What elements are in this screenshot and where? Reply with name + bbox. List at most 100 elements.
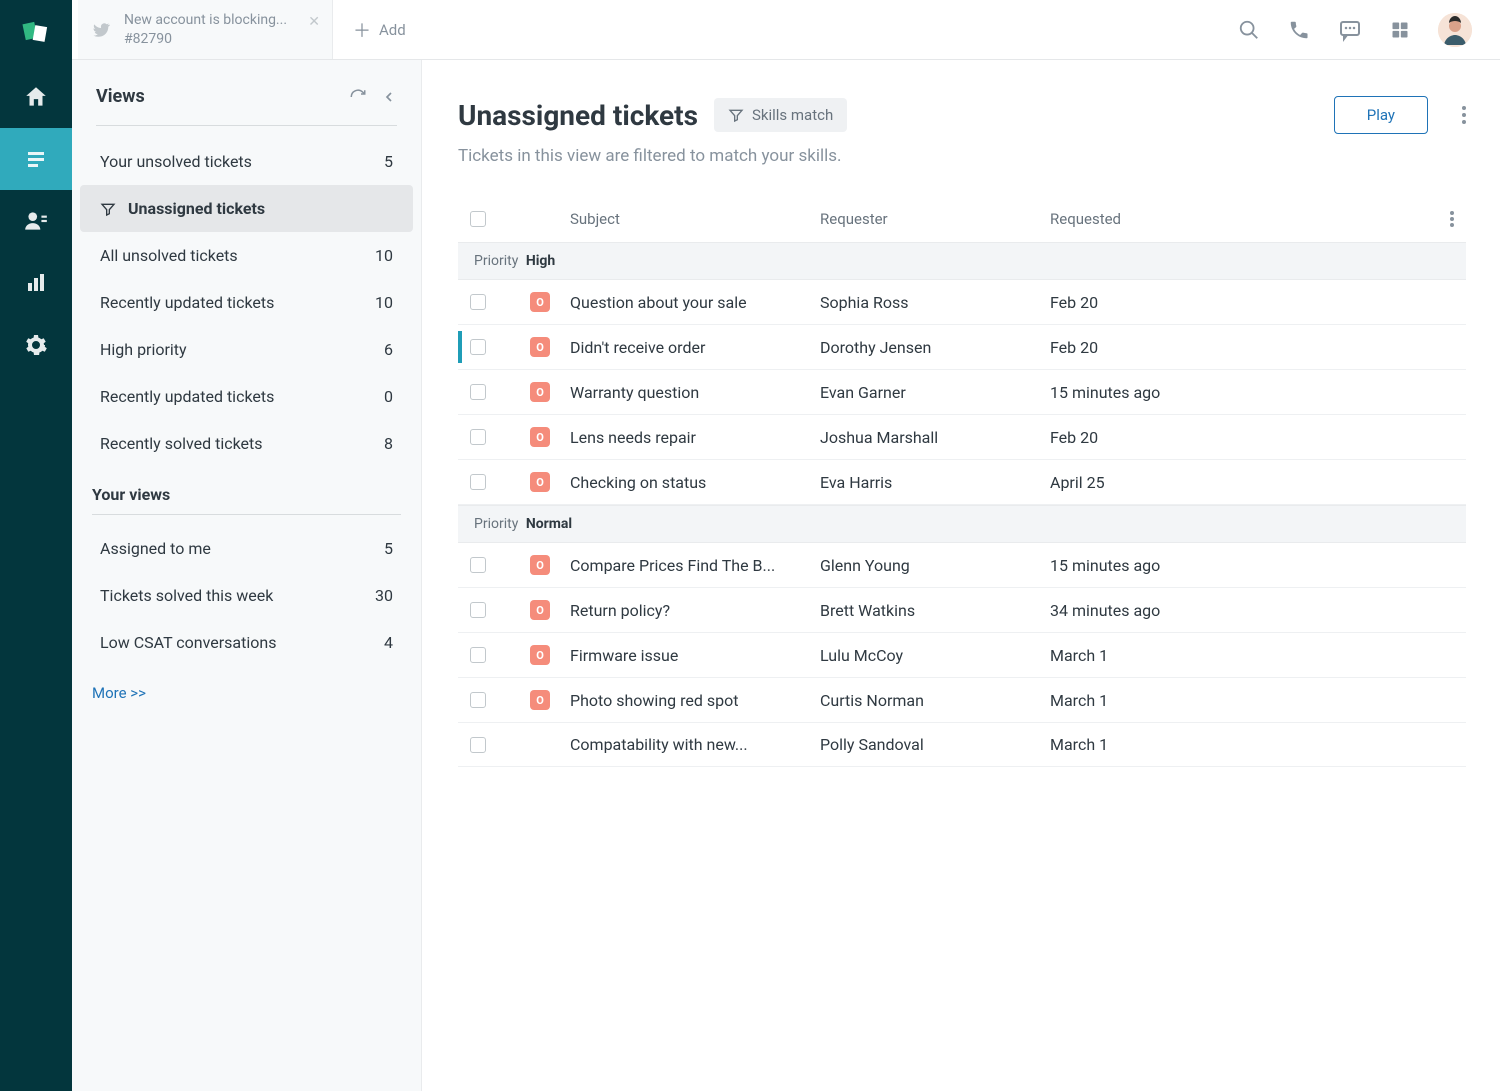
group-value: High [526,253,555,269]
play-button[interactable]: Play [1334,96,1428,134]
view-name: Recently updated tickets [100,387,384,406]
cell-subject: Lens needs repair [570,428,820,447]
add-tab-button[interactable]: ＋ Add [333,0,426,59]
nav-views[interactable] [0,128,72,190]
view-item[interactable]: Tickets solved this week30 [80,572,413,619]
cell-requested: 15 minutes ago [1050,556,1454,575]
collapse-icon[interactable] [381,89,397,105]
view-item[interactable]: All unsolved tickets10 [80,232,413,279]
cell-subject: Compatability with new... [570,735,820,754]
col-subject[interactable]: Subject [570,210,820,228]
row-checkbox[interactable] [470,602,486,618]
view-name: Assigned to me [100,539,384,558]
plus-icon: ＋ [353,17,371,43]
refresh-icon[interactable] [349,88,367,106]
status-badge: O [530,337,550,357]
open-tab-ticket[interactable]: New account is blocking... #82790 ✕ [78,0,333,59]
table-row[interactable]: OCompare Prices Find The B...Glenn Young… [458,543,1466,588]
view-item[interactable]: Assigned to me5 [80,525,413,572]
row-checkbox[interactable] [470,647,486,663]
chat-icon[interactable] [1338,18,1362,42]
row-checkbox[interactable] [470,384,486,400]
page-title: Unassigned tickets [458,99,698,132]
table-row[interactable]: OPhoto showing red spotCurtis NormanMarc… [458,678,1466,723]
views-header-title: Views [96,86,335,107]
table-row[interactable]: OChecking on statusEva HarrisApril 25 [458,460,1466,505]
select-all-checkbox[interactable] [470,211,486,227]
search-icon[interactable] [1238,19,1260,41]
col-requested[interactable]: Requested [1050,210,1424,228]
close-tab-icon[interactable]: ✕ [308,14,320,30]
nav-home[interactable] [0,66,72,128]
cell-requested: Feb 20 [1050,428,1454,447]
filter-icon [100,201,116,217]
status-badge: O [530,292,550,312]
cell-subject: Question about your sale [570,293,820,312]
row-checkbox[interactable] [470,557,486,573]
view-item[interactable]: Recently updated tickets10 [80,279,413,326]
cell-requester: Brett Watkins [820,601,1050,620]
cell-requester: Lulu McCoy [820,646,1050,665]
cell-requested: 34 minutes ago [1050,601,1454,620]
view-count: 10 [375,293,393,312]
cell-requester: Joshua Marshall [820,428,1050,447]
view-count: 30 [375,586,393,605]
cell-requested: 15 minutes ago [1050,383,1454,402]
row-checkbox[interactable] [470,339,486,355]
cell-requested: March 1 [1050,735,1454,754]
view-count: 8 [384,434,393,453]
nav-admin[interactable] [0,314,72,376]
nav-customers[interactable] [0,190,72,252]
view-item[interactable]: Recently updated tickets0 [80,373,413,420]
nav-reporting[interactable] [0,252,72,314]
status-badge: O [530,555,550,575]
view-name: Unassigned tickets [128,199,393,218]
col-requester[interactable]: Requester [820,210,1050,228]
view-item[interactable]: Low CSAT conversations4 [80,619,413,666]
status-badge: O [530,600,550,620]
top-bar: New account is blocking... #82790 ✕ ＋ Ad… [72,0,1500,60]
main-content: Unassigned tickets Skills match Play Tic… [422,60,1500,1091]
cell-subject: Return policy? [570,601,820,620]
view-name: High priority [100,340,384,359]
view-name: All unsolved tickets [100,246,375,265]
view-name: Tickets solved this week [100,586,375,605]
table-row[interactable]: OFirmware issueLulu McCoyMarch 1 [458,633,1466,678]
table-row[interactable]: Compatability with new...Polly SandovalM… [458,723,1466,767]
skills-match-filter[interactable]: Skills match [714,98,847,132]
group-header: Priority Normal [458,505,1466,543]
table-header-row: Subject Requester Requested [458,196,1466,242]
row-checkbox[interactable] [470,294,486,310]
view-count: 4 [384,633,393,652]
cell-subject: Photo showing red spot [570,691,820,710]
cell-subject: Compare Prices Find The B... [570,556,820,575]
row-checkbox[interactable] [470,692,486,708]
more-views-link[interactable]: More >> [72,668,421,718]
columns-menu-icon[interactable] [1424,211,1454,227]
group-value: Normal [526,516,572,532]
page-subtitle: Tickets in this view are filtered to mat… [458,146,1466,166]
row-checkbox[interactable] [470,429,486,445]
view-item[interactable]: Unassigned tickets [80,185,413,232]
row-checkbox[interactable] [470,474,486,490]
view-count: 0 [384,387,393,406]
page-menu-icon[interactable] [1444,100,1466,130]
tickets-table: Subject Requester Requested Priority Hig… [458,196,1466,767]
cell-subject: Firmware issue [570,646,820,665]
view-item[interactable]: Recently solved tickets8 [80,420,413,467]
table-row[interactable]: ODidn't receive orderDorothy JensenFeb 2… [458,325,1466,370]
phone-icon[interactable] [1288,19,1310,41]
skills-match-label: Skills match [752,106,833,124]
apps-icon[interactable] [1390,20,1410,40]
user-avatar[interactable] [1438,13,1472,47]
cell-subject: Checking on status [570,473,820,492]
view-item[interactable]: Your unsolved tickets5 [80,138,413,185]
row-checkbox[interactable] [470,737,486,753]
product-logo[interactable] [16,12,56,52]
table-row[interactable]: OQuestion about your saleSophia RossFeb … [458,280,1466,325]
cell-requested: April 25 [1050,473,1454,492]
table-row[interactable]: O Return policy?Brett Watkins34 minutes a… [458,588,1466,633]
view-item[interactable]: High priority6 [80,326,413,373]
table-row[interactable]: OLens needs repairJoshua MarshallFeb 20 [458,415,1466,460]
table-row[interactable]: OWarranty questionEvan Garner15 minutes … [458,370,1466,415]
